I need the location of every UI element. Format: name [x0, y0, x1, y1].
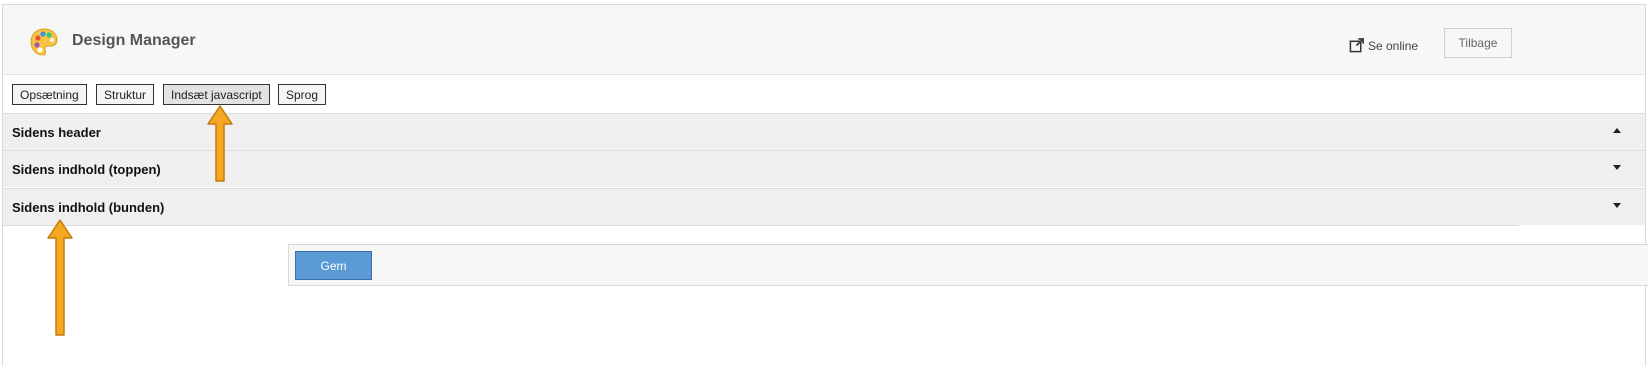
external-link-icon	[1349, 38, 1364, 53]
design-manager-panel: Design Manager Se online Tilbage Opsætni…	[2, 4, 1648, 366]
section-label: Sidens indhold (toppen)	[12, 162, 161, 177]
section-label: Sidens indhold (bunden)	[12, 200, 165, 215]
divider	[3, 225, 1519, 226]
caret-down-icon	[1613, 165, 1621, 170]
annotation-arrow-icon	[47, 219, 73, 336]
tab-bar: Opsætning Struktur Indsæt javascript Spr…	[3, 75, 1645, 113]
app-header: Design Manager Se online Tilbage	[3, 5, 1645, 75]
save-button[interactable]: Gem	[295, 251, 372, 280]
caret-down-icon	[1613, 203, 1621, 208]
palette-icon	[30, 28, 58, 56]
tab-sprog[interactable]: Sprog	[278, 84, 327, 105]
view-online-link[interactable]: Se online	[1349, 38, 1418, 53]
annotation-arrow-icon	[207, 105, 233, 182]
view-online-label: Se online	[1368, 38, 1419, 53]
back-button[interactable]: Tilbage	[1444, 28, 1512, 58]
section-sidens-header[interactable]: Sidens header	[3, 113, 1645, 150]
section-sidens-indhold-toppen[interactable]: Sidens indhold (toppen)	[3, 150, 1645, 187]
tab-opsaetning[interactable]: Opsætning	[12, 84, 87, 105]
app-title: Design Manager	[72, 32, 196, 49]
tab-indsaet-javascript[interactable]: Indsæt javascript	[163, 84, 270, 105]
section-label: Sidens header	[12, 125, 101, 140]
section-sidens-indhold-bunden[interactable]: Sidens indhold (bunden)	[3, 188, 1645, 225]
tab-struktur[interactable]: Struktur	[96, 84, 155, 105]
caret-up-icon	[1613, 128, 1621, 133]
save-bar: Gem	[288, 244, 1648, 286]
